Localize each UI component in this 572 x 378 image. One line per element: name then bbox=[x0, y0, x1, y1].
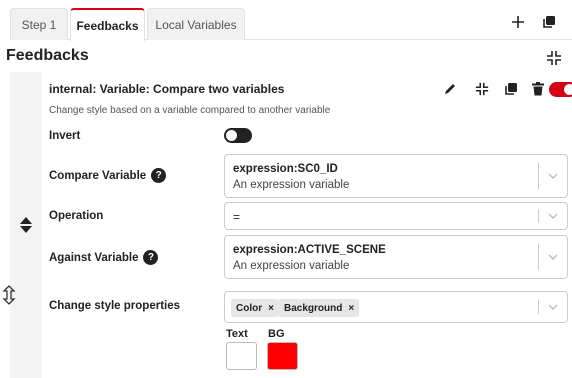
tab-bar: Step 1 Feedbacks Local Variables bbox=[0, 0, 572, 41]
trash-icon[interactable] bbox=[529, 79, 547, 99]
compare-variable-subtext: An expression variable bbox=[233, 179, 350, 191]
against-variable-subtext: An expression variable bbox=[233, 260, 350, 272]
operation-select[interactable]: = bbox=[224, 202, 568, 230]
invert-toggle[interactable] bbox=[224, 128, 252, 143]
against-variable-value: expression:ACTIVE_SCENE bbox=[233, 244, 386, 256]
pencil-icon[interactable] bbox=[441, 79, 459, 99]
feedback-title: internal: Variable: Compare two variable… bbox=[49, 82, 285, 96]
tab-label: Local Variables bbox=[155, 17, 237, 32]
help-icon[interactable]: ? bbox=[143, 250, 159, 265]
tab-label: Feedbacks bbox=[76, 18, 139, 33]
compare-variable-label: Compare Variable ? bbox=[49, 168, 167, 183]
style-properties-select[interactable]: Color × Background × bbox=[224, 291, 568, 323]
chevron-down-icon bbox=[548, 304, 558, 310]
chevron-down-icon bbox=[548, 254, 558, 260]
select-separator bbox=[538, 300, 539, 314]
against-variable-select[interactable]: expression:ACTIVE_SCENE An expression va… bbox=[224, 235, 568, 279]
collapse-icon[interactable] bbox=[473, 79, 491, 99]
chip-background: Background × bbox=[279, 299, 360, 317]
tab-feedbacks[interactable]: Feedbacks bbox=[70, 8, 145, 41]
tab-local-variables[interactable]: Local Variables bbox=[147, 8, 245, 40]
copy-icon[interactable] bbox=[539, 12, 559, 32]
invert-label: Invert bbox=[49, 130, 81, 142]
text-color-swatch[interactable] bbox=[226, 342, 257, 370]
against-variable-label: Against Variable ? bbox=[49, 250, 159, 265]
compare-variable-value: expression:SC0_ID bbox=[233, 163, 338, 175]
bg-color-label: BG bbox=[268, 328, 285, 340]
sort-handle-icon[interactable] bbox=[19, 216, 33, 234]
text-color-label: Text bbox=[226, 328, 248, 340]
collapse-all-icon[interactable] bbox=[546, 50, 562, 66]
resize-handle-icon[interactable] bbox=[2, 285, 16, 305]
style-properties-label: Change style properties bbox=[49, 300, 181, 312]
feedback-actions bbox=[440, 79, 572, 99]
tab-label: Step 1 bbox=[21, 17, 57, 32]
select-separator bbox=[538, 163, 539, 189]
chip-remove-icon[interactable]: × bbox=[268, 303, 274, 314]
help-icon[interactable]: ? bbox=[151, 168, 167, 183]
chip-color: Color × bbox=[231, 299, 279, 317]
compare-variable-select[interactable]: expression:SC0_ID An expression variable bbox=[224, 154, 568, 198]
chevron-down-icon bbox=[548, 213, 558, 219]
feedback-description: Change style based on a variable compare… bbox=[49, 105, 331, 116]
feedback-enabled-toggle[interactable] bbox=[549, 82, 572, 97]
bg-color-swatch[interactable] bbox=[267, 342, 298, 370]
operation-value: = bbox=[233, 210, 241, 224]
copy-icon[interactable] bbox=[502, 79, 520, 99]
chip-remove-icon[interactable]: × bbox=[348, 303, 354, 314]
select-separator bbox=[538, 244, 539, 270]
tab-step-1[interactable]: Step 1 bbox=[10, 8, 68, 40]
chevron-down-icon bbox=[548, 173, 558, 179]
operation-label: Operation bbox=[49, 210, 104, 222]
select-separator bbox=[538, 209, 539, 223]
plus-icon[interactable] bbox=[508, 12, 528, 32]
section-title: Feedbacks bbox=[6, 47, 89, 64]
